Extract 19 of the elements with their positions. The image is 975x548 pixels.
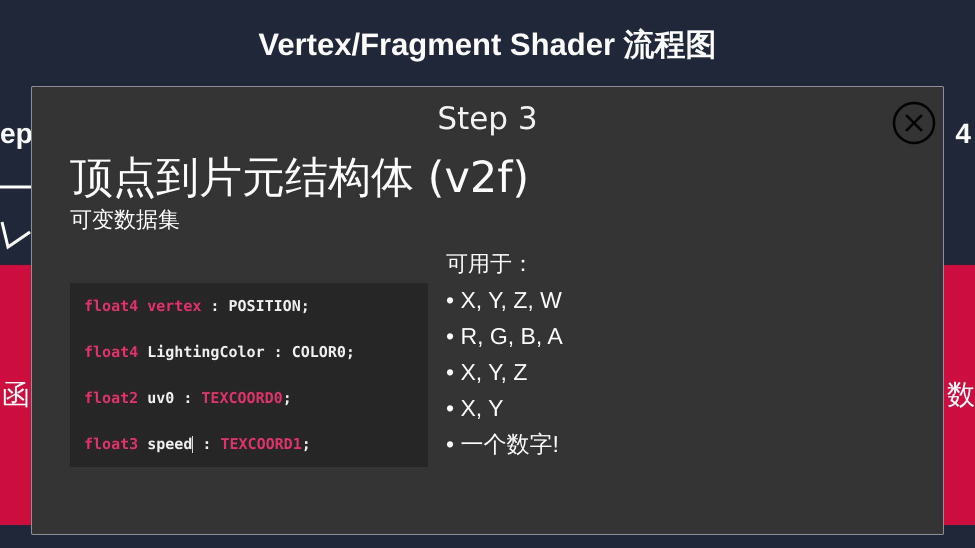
band-text: 数 bbox=[947, 377, 975, 413]
code-line: float4 vertex : POSITION; bbox=[84, 296, 311, 317]
code-line: float3 speed : TEXCOORD1; bbox=[84, 434, 312, 455]
code-line: float4 LightingColor : COLOR0; bbox=[84, 342, 356, 363]
usage-item: • X, Y bbox=[446, 394, 504, 423]
usage-item: • X, Y, Z bbox=[446, 358, 528, 387]
dialog-heading: 顶点到片元结构体 (v2f) bbox=[70, 153, 530, 203]
code-line: float2 uv0 : TEXCOORD0; bbox=[84, 388, 293, 409]
page-title: Vertex/Fragment Shader 流程图 bbox=[257, 26, 718, 64]
usage-title: 可用于： bbox=[446, 250, 535, 278]
band-text: 函 bbox=[2, 377, 30, 413]
usage-item: • X, Y, Z, W bbox=[446, 286, 563, 315]
dialog-subheading: 可变数据集 bbox=[70, 207, 181, 235]
usage-item: • R, G, B, A bbox=[446, 322, 563, 351]
usage-item: • 一个数字! bbox=[446, 430, 560, 459]
close-icon[interactable] bbox=[891, 100, 937, 146]
step-label: 4 bbox=[955, 118, 971, 150]
step-label: ep bbox=[0, 118, 33, 150]
step-title: Step 3 bbox=[436, 101, 539, 137]
